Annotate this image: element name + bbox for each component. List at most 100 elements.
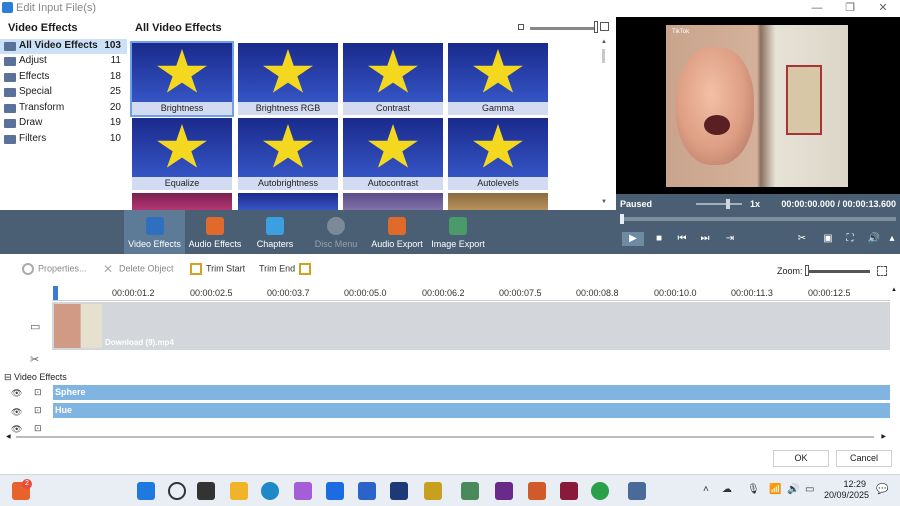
large-thumbnail-icon[interactable] bbox=[600, 22, 609, 31]
zoom-fit-icon[interactable] bbox=[877, 266, 887, 276]
scrollbar-thumb[interactable] bbox=[16, 436, 874, 438]
copilot-icon[interactable] bbox=[294, 482, 312, 500]
chevron-up-icon[interactable]: ▴ bbox=[884, 232, 900, 246]
timeline-ruler[interactable]: 00:00:01.2 00:00:02.5 00:00:03.7 00:00:0… bbox=[52, 285, 890, 301]
category-filters[interactable]: Filters 10 bbox=[0, 132, 127, 147]
app-icon[interactable] bbox=[461, 482, 479, 500]
audio-export-button[interactable]: Audio Export bbox=[369, 210, 425, 254]
maximize-button[interactable]: ❐ bbox=[833, 0, 867, 17]
category-transform[interactable]: Transform 20 bbox=[0, 101, 127, 116]
speed-slider-handle[interactable] bbox=[726, 199, 730, 209]
video-editor-taskbar-icon[interactable] bbox=[628, 482, 646, 500]
seek-bar[interactable] bbox=[620, 217, 896, 221]
ruler-tick: 00:00:07.5 bbox=[499, 288, 542, 298]
audio-export-icon bbox=[388, 217, 406, 235]
eye-icon[interactable]: 👁 bbox=[11, 388, 22, 399]
effect-tile-autolevels[interactable]: Autolevels bbox=[448, 118, 548, 190]
dropbox-icon[interactable] bbox=[326, 482, 344, 500]
image-export-button[interactable]: Image Export bbox=[430, 210, 486, 254]
task-view-icon[interactable] bbox=[197, 482, 215, 500]
trim-start-button[interactable]: Trim Start bbox=[190, 263, 245, 275]
small-thumbnail-icon[interactable] bbox=[518, 24, 524, 30]
video-track[interactable]: Download (9).mp4 bbox=[52, 302, 890, 350]
app-icon[interactable] bbox=[528, 482, 546, 500]
cloud-icon[interactable]: ☁ bbox=[722, 484, 732, 495]
category-draw[interactable]: Draw 19 bbox=[0, 116, 127, 131]
seek-handle[interactable] bbox=[620, 214, 624, 224]
battery-icon[interactable]: ▭ bbox=[805, 484, 814, 495]
cancel-button[interactable]: Cancel bbox=[836, 450, 892, 467]
effect-tile-brightness[interactable]: Brightness bbox=[130, 41, 234, 117]
trim-end-button[interactable]: Trim End bbox=[259, 263, 315, 275]
volume-icon[interactable]: 🔊 bbox=[866, 232, 882, 246]
play-button[interactable]: ▶ bbox=[622, 232, 644, 246]
effect-tile[interactable] bbox=[238, 193, 338, 210]
volume-icon[interactable]: 🔊 bbox=[787, 484, 799, 495]
scroll-up-icon[interactable]: ▲ bbox=[891, 287, 897, 293]
chapters-button[interactable]: Chapters bbox=[250, 210, 300, 254]
category-effects[interactable]: Effects 18 bbox=[0, 70, 127, 85]
scroll-left-icon[interactable]: ◀ bbox=[6, 433, 11, 440]
stop-button[interactable]: ■ bbox=[651, 232, 667, 246]
previous-frame-button[interactable]: ⏮ bbox=[674, 232, 690, 246]
store-icon[interactable] bbox=[358, 482, 376, 500]
effects-toolbar: Video Effects Audio Effects Chapters Dis… bbox=[0, 210, 616, 254]
disc-menu-button[interactable]: Disc Menu bbox=[308, 210, 364, 254]
zoom-slider[interactable] bbox=[806, 270, 870, 273]
minimize-button[interactable]: — bbox=[800, 0, 834, 17]
video-effects-group[interactable]: ⊟ Video Effects bbox=[4, 372, 67, 383]
effect-row-sphere[interactable]: Sphere bbox=[53, 385, 890, 400]
thumbnail-size-handle[interactable] bbox=[594, 21, 598, 33]
effect-row-hue[interactable]: Hue bbox=[53, 403, 890, 418]
scroll-right-icon[interactable]: ▶ bbox=[881, 433, 886, 440]
ok-button[interactable]: OK bbox=[773, 450, 829, 467]
effect-tile-gamma[interactable]: Gamma bbox=[448, 43, 548, 115]
microphone-icon[interactable]: 🎙 bbox=[747, 484, 760, 495]
file-explorer-icon[interactable] bbox=[230, 482, 248, 500]
edge-icon[interactable] bbox=[261, 482, 279, 500]
notification-icon[interactable]: 💬 bbox=[876, 484, 888, 495]
thumbnail-size-slider[interactable] bbox=[530, 27, 598, 30]
effect-tile-brightness-rgb[interactable]: Brightness RGB bbox=[238, 43, 338, 115]
category-all-video-effects[interactable]: All Video Effects 103 bbox=[0, 39, 127, 54]
ruler-tick: 00:00:02.5 bbox=[190, 288, 233, 298]
wifi-icon[interactable]: 📶 bbox=[769, 484, 781, 495]
effect-tile-contrast[interactable]: Contrast bbox=[343, 43, 443, 115]
system-clock[interactable]: 12:29 20/09/2025 bbox=[824, 479, 869, 501]
effect-tile[interactable] bbox=[132, 193, 232, 210]
zoom-slider-handle[interactable] bbox=[805, 265, 809, 276]
video-effects-button[interactable]: Video Effects bbox=[124, 210, 185, 254]
app-b-icon[interactable] bbox=[390, 482, 408, 500]
speed-slider[interactable] bbox=[696, 203, 742, 205]
windows-start-icon[interactable] bbox=[137, 482, 155, 500]
effect-tile-autocontrast[interactable]: Autocontrast bbox=[343, 118, 443, 190]
audio-effects-button[interactable]: Audio Effects bbox=[187, 210, 243, 254]
search-icon[interactable] bbox=[168, 482, 186, 500]
effect-tile-autobrightness[interactable]: Autobrightness bbox=[238, 118, 338, 190]
properties-button[interactable]: Properties... bbox=[22, 263, 87, 275]
next-frame-button[interactable]: ⏭ bbox=[697, 232, 713, 246]
app-icon[interactable] bbox=[495, 482, 513, 500]
effect-tile[interactable] bbox=[448, 193, 548, 210]
chrome-icon[interactable] bbox=[591, 482, 609, 500]
scroll-up-icon[interactable]: ▲ bbox=[601, 39, 607, 45]
app-icon[interactable] bbox=[424, 482, 442, 500]
grid-scrollbar[interactable]: ▲ ▼ bbox=[601, 39, 607, 207]
category-special[interactable]: Special 25 bbox=[0, 85, 127, 100]
effect-tile[interactable] bbox=[343, 193, 443, 210]
timeline-playhead[interactable] bbox=[53, 286, 58, 300]
delete-object-button[interactable]: ✕ Delete Object bbox=[103, 263, 174, 275]
app-icon[interactable] bbox=[560, 482, 578, 500]
scrollbar-thumb[interactable] bbox=[602, 49, 605, 63]
effect-tile-equalize[interactable]: Equalize bbox=[132, 118, 232, 190]
chevron-up-icon[interactable]: ˄ bbox=[703, 484, 709, 495]
cut-icon[interactable]: ✂ bbox=[794, 232, 810, 246]
snapshot-icon[interactable]: ▣ bbox=[820, 232, 836, 246]
timeline-scrollbar[interactable]: ◀ ▶ bbox=[6, 433, 886, 441]
loop-icon[interactable]: ⇥ bbox=[722, 232, 738, 246]
eye-icon[interactable]: 👁 bbox=[11, 407, 22, 418]
scroll-down-icon[interactable]: ▼ bbox=[601, 199, 607, 205]
category-adjust[interactable]: Adjust 11 bbox=[0, 54, 127, 69]
fullscreen-icon[interactable]: ⛶ bbox=[842, 232, 858, 246]
close-button[interactable]: ✕ bbox=[866, 0, 900, 17]
